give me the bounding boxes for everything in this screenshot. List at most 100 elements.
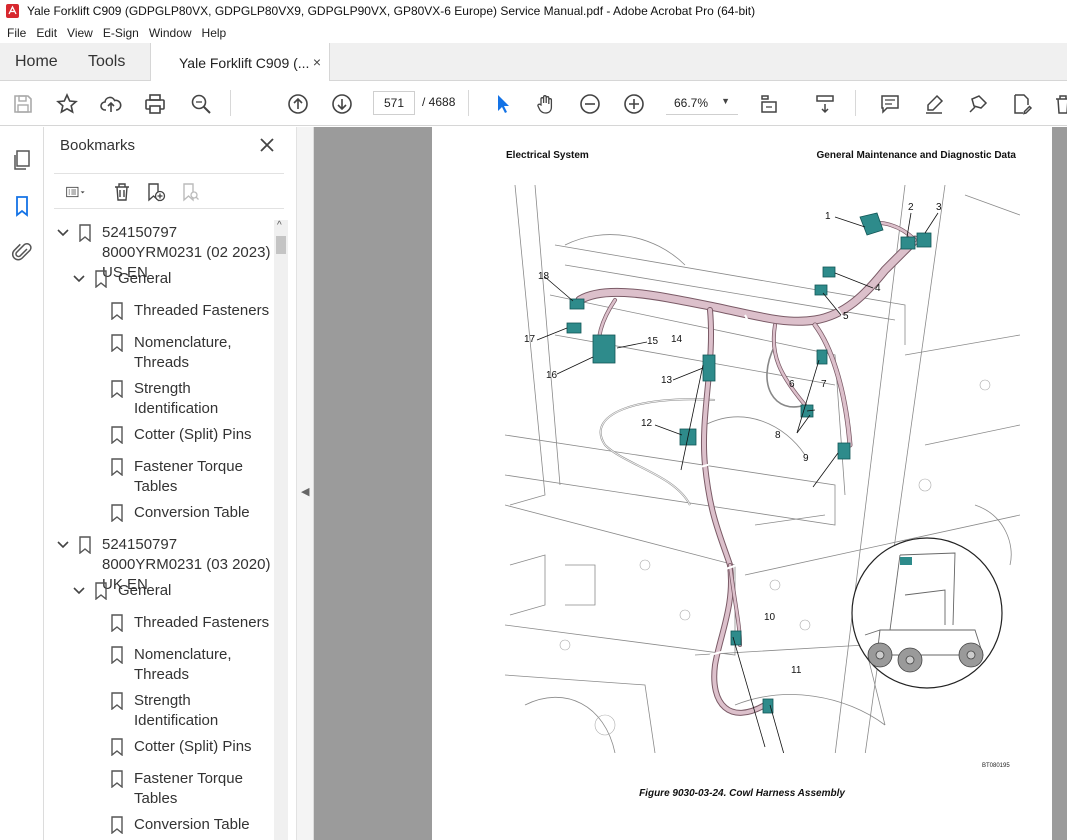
figure-code: BT080195 — [982, 763, 1010, 769]
menu-view[interactable]: View — [62, 26, 98, 40]
callout-18: 18 — [538, 271, 550, 282]
menu-file[interactable]: File — [2, 26, 31, 40]
bookmark-label: Cotter (Split) Pins — [134, 738, 252, 755]
next-page-button[interactable] — [329, 91, 355, 117]
bookmark-icon — [111, 302, 123, 320]
bookmark-item[interactable]: General — [72, 269, 171, 289]
scroll-up-arrow-icon[interactable]: ^ — [277, 220, 282, 231]
callout-14: 14 — [671, 334, 683, 345]
chevron-down-icon: ▼ — [721, 96, 730, 106]
bookmark-label: Threaded Fasteners — [134, 302, 270, 319]
scroll-mode-icon — [816, 95, 834, 114]
bookmark-item[interactable]: Strength Identification — [110, 379, 264, 419]
bookmark-item[interactable]: Nomenclature, Threads — [110, 333, 264, 373]
callout-9: 9 — [803, 453, 809, 464]
tab-tools[interactable]: Tools — [88, 43, 125, 81]
bookmark-item[interactable]: Conversion Table — [110, 815, 250, 835]
print-button[interactable] — [142, 91, 168, 117]
bookmark-item[interactable]: Nomenclature, Threads — [110, 645, 264, 685]
comment-button[interactable] — [877, 91, 903, 117]
find-button[interactable] — [188, 91, 214, 117]
menu-window[interactable]: Window — [144, 26, 197, 40]
toolbar-separator — [468, 90, 469, 116]
find-bookmark-button[interactable] — [178, 180, 202, 204]
bookmark-item[interactable]: Cotter (Split) Pins — [110, 425, 252, 445]
collapse-left-icon[interactable]: ◀ — [301, 485, 309, 498]
zoom-select[interactable]: 66.7% ▼ — [666, 91, 738, 115]
figure-caption: Figure 9030-03-24. Cowl Harness Assembly — [639, 788, 845, 799]
fountain-pen-icon — [969, 95, 988, 113]
document-viewport[interactable]: Electrical System General Maintenance an… — [314, 127, 1067, 840]
menu-help[interactable]: Help — [197, 26, 232, 40]
delete-button[interactable] — [1050, 91, 1067, 117]
edit-pdf-button[interactable] — [1009, 91, 1035, 117]
page-number-input[interactable]: 571 — [373, 91, 415, 115]
bookmark-icon — [95, 270, 107, 288]
bookmark-item[interactable]: Cotter (Split) Pins — [110, 737, 252, 757]
bookmarks-panel-button[interactable] — [9, 193, 35, 219]
arrow-down-circle-icon — [332, 94, 352, 114]
bookmark-icon — [111, 504, 123, 522]
paperclip-icon — [11, 243, 32, 261]
delete-bookmark-button[interactable] — [110, 180, 134, 204]
highlight-button[interactable] — [921, 91, 947, 117]
menu-edit[interactable]: Edit — [31, 26, 62, 40]
callout-5: 5 — [843, 311, 849, 322]
save-button[interactable] — [10, 91, 36, 117]
chevron-down-icon[interactable] — [72, 584, 86, 598]
bookmarks-scrollbar[interactable]: ^ — [274, 220, 288, 840]
chevron-down-icon[interactable] — [72, 272, 86, 286]
acrobat-icon — [6, 4, 19, 18]
bookmark-item[interactable]: Threaded Fasteners — [110, 301, 269, 321]
left-rail — [0, 127, 44, 840]
star-icon — [56, 93, 78, 114]
bookmark-label: General — [118, 270, 172, 287]
favorite-button[interactable] — [54, 91, 80, 117]
bookmark-item[interactable]: Strength Identification — [110, 691, 264, 731]
previous-page-button[interactable] — [285, 91, 311, 117]
bookmarks-title: Bookmarks — [60, 137, 136, 154]
bookmark-icon — [16, 196, 28, 217]
minus-circle-icon — [580, 94, 600, 114]
add-bookmark-button[interactable] — [144, 180, 168, 204]
edit-document-icon — [1014, 94, 1033, 115]
list-options-icon — [66, 186, 85, 198]
bookmark-item[interactable]: General — [72, 581, 171, 601]
page-thumbnails-button[interactable] — [9, 147, 35, 173]
close-tab-icon[interactable]: × — [313, 54, 321, 70]
zoom-in-button[interactable] — [621, 91, 647, 117]
page-fit-button[interactable] — [756, 91, 782, 117]
menu-esign[interactable]: E-Sign — [98, 26, 144, 40]
hand-icon — [537, 95, 553, 114]
chevron-down-icon[interactable] — [56, 226, 70, 240]
attachments-button[interactable] — [9, 239, 35, 265]
bookmark-icon — [111, 692, 123, 710]
chevron-down-icon[interactable] — [56, 538, 70, 552]
upload-button[interactable] — [98, 91, 124, 117]
main-toolbar — [0, 81, 1067, 126]
select-tool-button[interactable] — [490, 91, 516, 117]
callout-2: 2 — [908, 202, 914, 213]
hand-tool-button[interactable] — [533, 91, 559, 117]
title-bar: Yale Forklift C909 (GDPGLP80VX, GDPGLP80… — [0, 0, 1067, 22]
bookmark-options-button[interactable] — [58, 180, 94, 204]
callout-15: 15 — [647, 336, 659, 347]
bookmark-item[interactable]: Fastener Torque Tables — [110, 457, 264, 497]
bookmark-icon — [111, 426, 123, 444]
close-icon[interactable] — [258, 136, 276, 154]
bookmark-item[interactable]: Fastener Torque Tables — [110, 769, 264, 809]
bookmark-item[interactable]: Conversion Table — [110, 503, 250, 523]
tab-home[interactable]: Home — [15, 43, 58, 81]
tab-document[interactable]: Yale Forklift C909 (... × — [150, 43, 330, 82]
sign-button[interactable] — [965, 91, 991, 117]
bookmark-item[interactable]: Threaded Fasteners — [110, 613, 269, 633]
panel-collapse-strip[interactable]: ◀ — [296, 127, 314, 840]
bookmark-label: Conversion Table — [134, 504, 250, 521]
zoom-out-button[interactable] — [577, 91, 603, 117]
scroll-thumb[interactable] — [276, 236, 286, 254]
tab-document-label: Yale Forklift C909 (... — [179, 54, 310, 71]
save-icon — [14, 95, 32, 113]
bookmarks-toolbar — [54, 173, 284, 209]
scroll-mode-button[interactable] — [812, 91, 838, 117]
bookmark-icon — [111, 614, 123, 632]
